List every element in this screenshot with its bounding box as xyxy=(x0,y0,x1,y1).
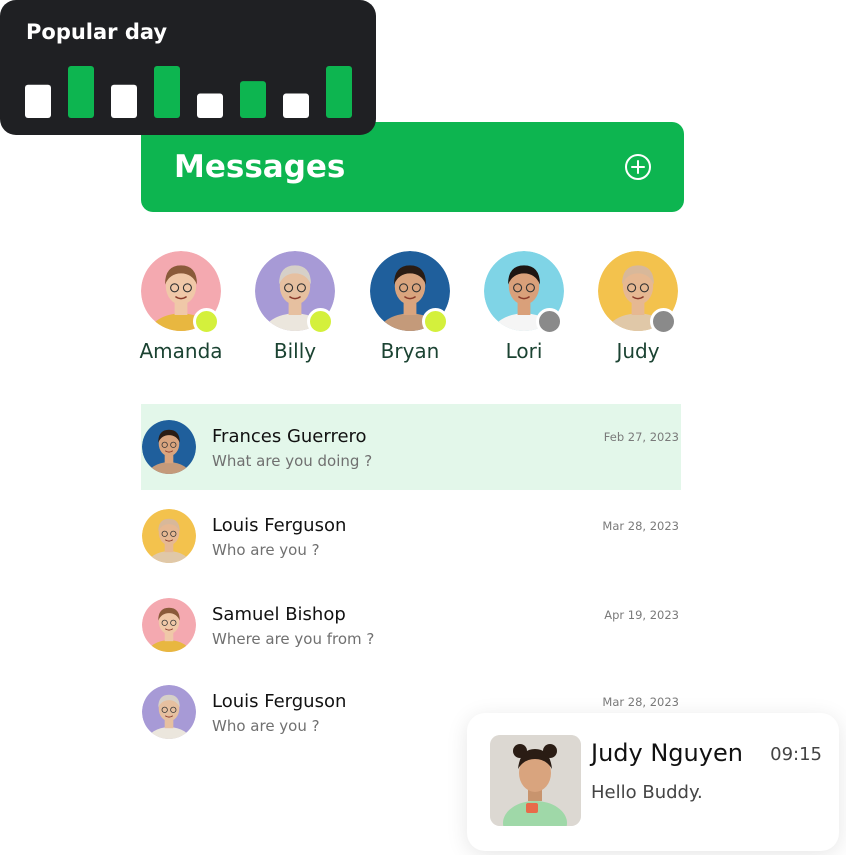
chat-date: Mar 28, 2023 xyxy=(602,695,679,709)
offline-status-dot xyxy=(650,308,677,335)
popular-day-bar xyxy=(68,66,94,118)
messages-title: Messages xyxy=(174,149,346,185)
chat-avatar xyxy=(142,420,196,474)
person-photo-icon xyxy=(490,735,581,826)
online-status-dot xyxy=(307,308,334,335)
chat-last-message: Who are you ? xyxy=(212,717,320,735)
chat-row[interactable]: Frances Guerrero What are you doing ? Feb … xyxy=(141,404,681,490)
chat-last-message: What are you doing ? xyxy=(212,452,373,470)
chat-row[interactable]: Louis Ferguson Who are you ? Mar 28, 2023 xyxy=(141,493,681,579)
avatar-icon xyxy=(142,509,196,563)
story-item[interactable]: Billy xyxy=(255,251,335,363)
chat-avatar xyxy=(142,598,196,652)
notification-sender: Judy Nguyen xyxy=(591,739,743,767)
offline-status-dot xyxy=(536,308,563,335)
chat-avatar xyxy=(142,685,196,739)
story-item[interactable]: Judy xyxy=(598,251,678,363)
chat-contact-name: Louis Ferguson xyxy=(212,691,347,712)
story-name: Bryan xyxy=(380,339,440,363)
chat-last-message: Who are you ? xyxy=(212,541,320,559)
chat-contact-name: Frances Guerrero xyxy=(212,426,367,447)
chat-avatar xyxy=(142,509,196,563)
avatar-icon xyxy=(142,685,196,739)
story-item[interactable]: Lori xyxy=(484,251,564,363)
notification-time: 09:15 xyxy=(770,744,822,765)
popular-day-bar-chart xyxy=(25,66,352,118)
popular-day-bar xyxy=(197,93,223,118)
chat-contact-name: Louis Ferguson xyxy=(212,515,347,536)
message-notification[interactable]: Judy Nguyen 09:15 Hello Buddy. xyxy=(467,713,839,851)
online-status-dot xyxy=(193,308,220,335)
story-name: Billy xyxy=(273,339,317,363)
messages-header: Messages xyxy=(141,122,684,212)
app-stage: Popular day Messages Amanda Billy Bryan Lor… xyxy=(0,0,846,855)
popular-day-bar xyxy=(240,81,266,118)
chat-date: Apr 19, 2023 xyxy=(604,608,679,622)
popular-day-bar xyxy=(25,84,51,118)
chat-date: Mar 28, 2023 xyxy=(602,519,679,533)
chat-date: Feb 27, 2023 xyxy=(603,430,679,444)
plus-circle-icon xyxy=(625,154,651,180)
popular-day-bar xyxy=(283,93,309,118)
story-item[interactable]: Bryan xyxy=(370,251,450,363)
chat-contact-name: Samuel Bishop xyxy=(212,604,346,625)
notification-message: Hello Buddy. xyxy=(591,782,703,803)
story-item[interactable]: Amanda xyxy=(139,251,223,363)
story-name: Judy xyxy=(616,339,660,363)
chat-last-message: Where are you from ? xyxy=(212,630,375,648)
popular-day-card: Popular day xyxy=(0,0,376,135)
story-name: Lori xyxy=(505,339,543,363)
avatar-icon xyxy=(142,598,196,652)
notification-photo xyxy=(490,735,581,826)
online-status-dot xyxy=(422,308,449,335)
popular-day-bar xyxy=(111,84,137,118)
story-name: Amanda xyxy=(139,339,223,363)
chat-row[interactable]: Samuel Bishop Where are you from ? Apr 19,… xyxy=(141,582,681,668)
avatar-icon xyxy=(142,420,196,474)
new-message-button[interactable] xyxy=(624,153,652,181)
popular-day-bar xyxy=(154,66,180,118)
popular-day-bar xyxy=(326,66,352,118)
